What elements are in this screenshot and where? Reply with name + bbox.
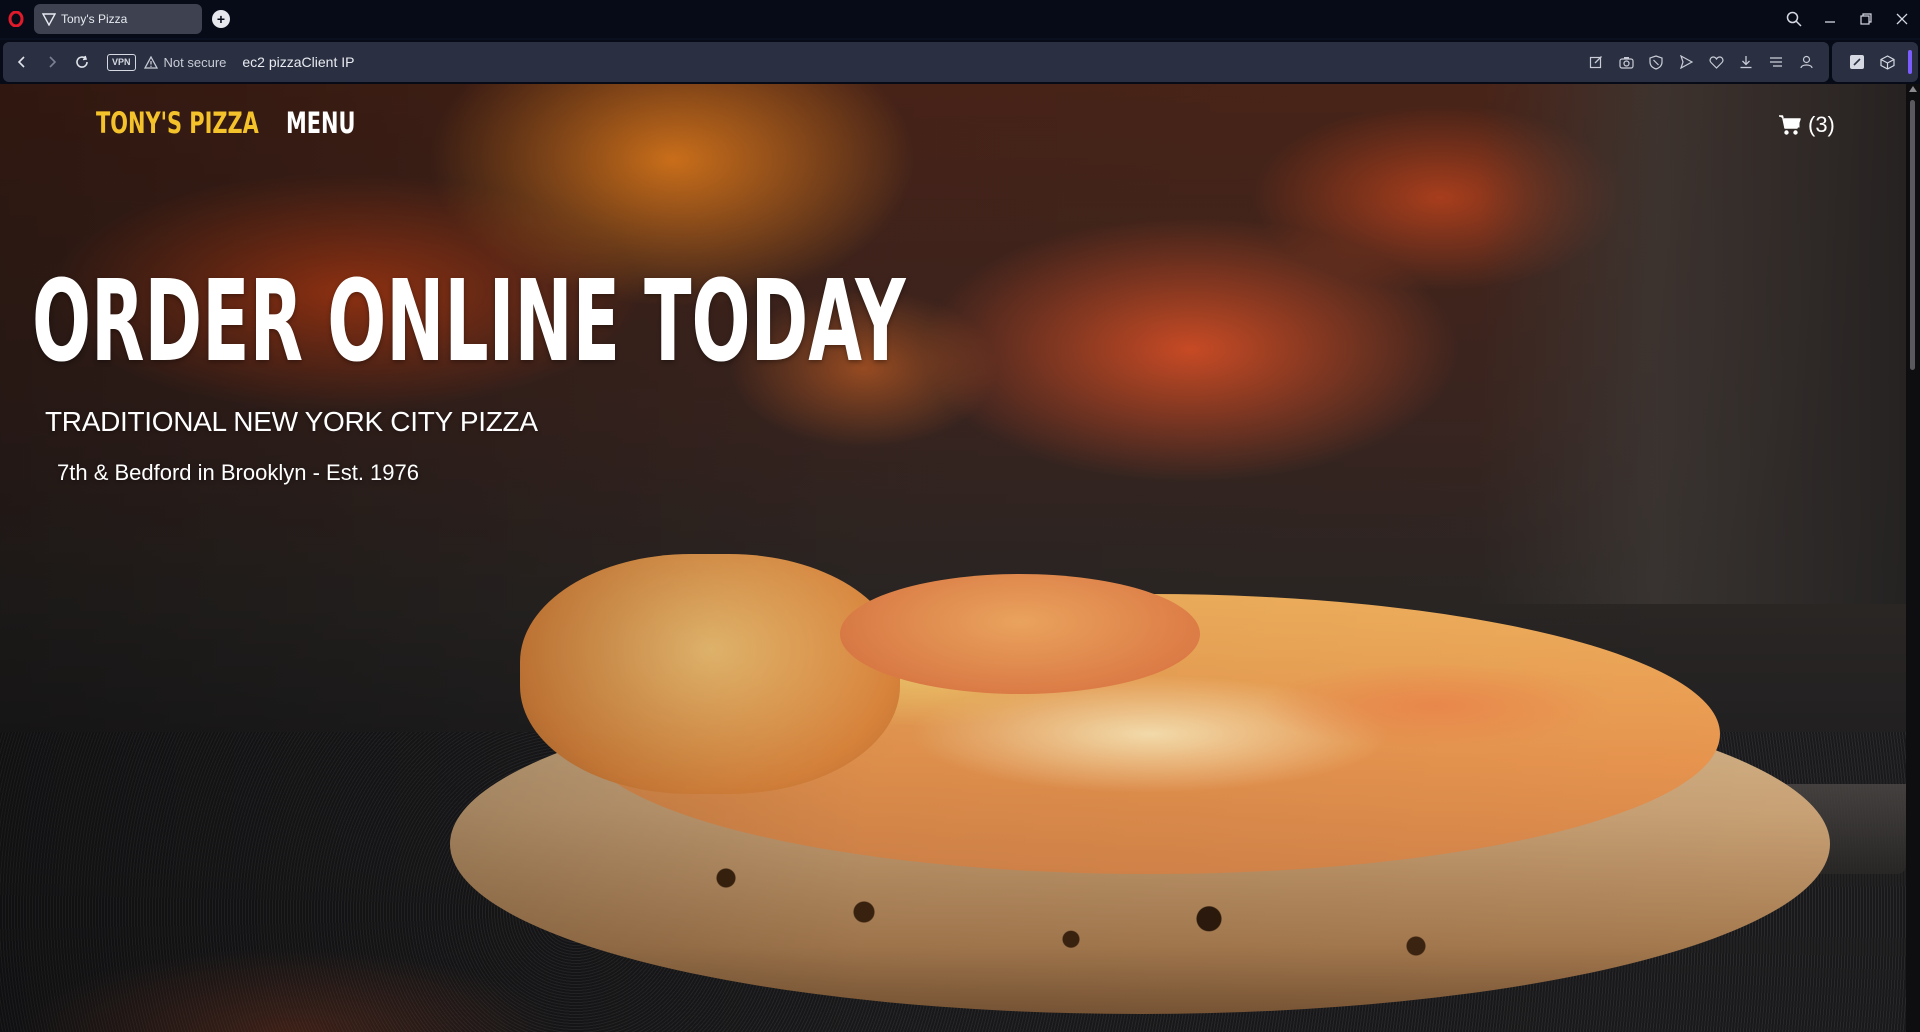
- page-viewport: TONY'S PIZZA MENU (3) ORDER ONLINE TODAY…: [0, 84, 1920, 1032]
- nav-menu-link[interactable]: MENU: [286, 106, 355, 140]
- heart-icon[interactable]: [1701, 42, 1731, 82]
- extensions-area: [1832, 42, 1918, 82]
- edit-icon[interactable]: [1581, 42, 1611, 82]
- hero-overlay: [0, 84, 1920, 1032]
- scroll-up-icon[interactable]: [1909, 86, 1917, 92]
- profile-icon[interactable]: [1791, 42, 1821, 82]
- hero-subtitle: TRADITIONAL NEW YORK CITY PIZZA: [45, 406, 538, 437]
- site-nav: TONY'S PIZZA MENU: [96, 106, 383, 140]
- cart-count: (3): [1808, 112, 1835, 137]
- address-bar: VPN Not secure ec2 pizzaClient IP: [3, 42, 1829, 82]
- warning-icon[interactable]: [143, 55, 158, 69]
- download-icon[interactable]: [1731, 42, 1761, 82]
- hero-location: 7th & Bedford in Brooklyn - Est. 1976: [57, 460, 419, 485]
- menu-icon[interactable]: [1761, 42, 1791, 82]
- hero-title: ORDER ONLINE TODAY: [32, 257, 906, 387]
- page-scrollbar[interactable]: [1906, 84, 1920, 1032]
- address-bar-row: VPN Not secure ec2 pizzaClient IP: [0, 40, 1920, 84]
- minimize-icon[interactable]: [1812, 0, 1848, 38]
- new-tab-icon[interactable]: +: [212, 10, 230, 28]
- forward-icon[interactable]: [37, 42, 67, 82]
- tab-active[interactable]: Tony's Pizza: [34, 4, 202, 34]
- address-actions: [1581, 42, 1821, 82]
- security-status[interactable]: Not secure: [164, 55, 227, 70]
- cube-icon[interactable]: [1872, 42, 1902, 82]
- sidebar-accent: [1908, 50, 1912, 74]
- brand-logo[interactable]: TONY'S PIZZA: [96, 106, 259, 140]
- close-icon[interactable]: [1884, 0, 1920, 38]
- opera-logo-icon[interactable]: [8, 10, 26, 28]
- reload-icon[interactable]: [67, 42, 97, 82]
- vpn-badge[interactable]: VPN: [107, 53, 136, 71]
- shield-icon[interactable]: [1641, 42, 1671, 82]
- window-controls: [1776, 0, 1920, 38]
- scroll-thumb[interactable]: [1910, 100, 1915, 370]
- tab-favicon-icon: [41, 12, 57, 27]
- camera-icon[interactable]: [1611, 42, 1641, 82]
- search-icon[interactable]: [1776, 0, 1812, 38]
- cart-icon: [1778, 114, 1802, 136]
- browser-tab-bar: Tony's Pizza +: [0, 0, 1920, 38]
- tab-title: Tony's Pizza: [61, 12, 128, 26]
- extension-icon[interactable]: [1842, 42, 1872, 82]
- cart-button[interactable]: (3): [1778, 112, 1835, 138]
- send-icon[interactable]: [1671, 42, 1701, 82]
- url-field[interactable]: ec2 pizzaClient IP: [242, 54, 354, 70]
- restore-icon[interactable]: [1848, 0, 1884, 38]
- back-icon[interactable]: [7, 42, 37, 82]
